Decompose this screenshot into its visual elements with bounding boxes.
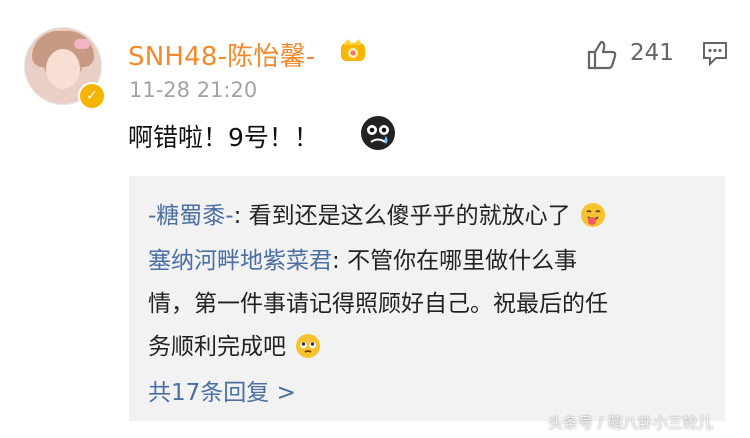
comment-text: 啊错啦！9号！！ [128,123,319,152]
more-replies-link[interactable]: 共17条回复 > [148,373,296,407]
like-count: 241 [630,40,674,66]
reply-user[interactable]: -糖蜀黍- [148,203,234,229]
avatar-bow [74,39,90,49]
watermark: 头条号 / 萌八卦小三轮儿 [548,414,713,432]
reply-text: 看到还是这么傻乎乎的就放心了 [248,203,571,229]
tongue-emoji [580,203,605,227]
thumbs-up-icon[interactable] [585,38,619,72]
sad-face-emoji [361,116,395,150]
reply-text: 不管你在哪里做什么事 [347,248,578,274]
reply-continuation: 情，第一件事请记得照顾好自己。祝最后的任 [148,291,608,317]
timestamp: 11-28 21:20 [129,78,258,102]
username[interactable]: SNH48-陈怡馨- [128,36,315,73]
reply-continuation-text: 务顺利完成吧 [148,334,286,360]
verified-badge-icon: ✓ [78,82,106,110]
reply-user[interactable]: 塞纳河畔地紫菜君 [148,248,332,274]
reply-separator: : [332,248,348,274]
avatar-face [46,49,80,89]
replies-box: -糖蜀黍-: 看到还是这么傻乎乎的就放心了 塞纳河畔地紫菜君: 不管你在哪里做什… [129,176,725,421]
pleading-emoji [296,334,321,358]
reply-item: -糖蜀黍-: 看到还是这么傻乎乎的就放心了 [148,196,606,230]
reply-item: 塞纳河畔地紫菜君: 不管你在哪里做什么事 [148,241,577,275]
comment-icon[interactable] [701,39,729,67]
reply-separator: : [233,203,249,229]
reply-continuation: 务顺利完成吧 [148,327,321,361]
crown-icon [341,39,365,61]
